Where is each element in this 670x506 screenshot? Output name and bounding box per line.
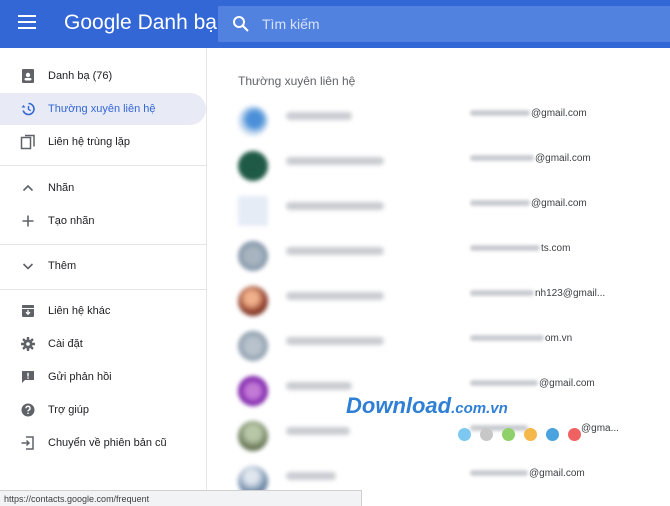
chevron-up-icon [22,184,34,192]
contact-name [286,382,352,390]
hamburger-menu-icon[interactable] [18,15,36,33]
sidebar-item-feedback[interactable]: Gửi phản hồi [0,361,206,393]
watermark-logo: Download.com.vn [346,393,508,418]
avatar [238,106,268,136]
exit-icon [21,436,34,450]
history-icon [21,102,35,116]
avatar [238,376,268,406]
avatar [238,421,268,451]
plus-icon [22,215,34,227]
sidebar-item-label: Trợ giúp [48,404,90,416]
contact-email: @gmail.com [470,108,587,119]
avatar [238,286,268,316]
contact-email: om.vn [470,333,572,344]
brand-google: Google [64,11,132,34]
contact-email: @gmail.com [470,468,585,479]
contact-row[interactable]: @gma... [208,413,670,457]
feedback-icon [22,371,34,383]
sidebar-divider [0,165,206,166]
sidebar-item-create-label[interactable]: Tạo nhãn [0,205,206,237]
sidebar-item-label: Thường xuyên liên hệ [48,103,156,115]
contacts-icon [22,69,34,83]
search-input[interactable] [262,6,652,42]
contact-row[interactable]: @gmail.com [208,188,670,232]
contact-email: nh123@gmail... [470,288,605,299]
contact-name [286,472,336,480]
sidebar-item-frequent[interactable]: Thường xuyên liên hệ [0,93,206,125]
contact-row[interactable]: nh123@gmail... [208,278,670,322]
sidebar-item-label: Tạo nhãn [48,215,95,227]
contact-email: ts.com [470,243,570,254]
search-icon[interactable] [232,15,250,33]
sidebar-item-contacts[interactable]: Danh bạ (76) [0,60,206,92]
sidebar-divider [0,289,206,290]
sidebar-item-help[interactable]: Trợ giúp [0,394,206,426]
contact-name [286,337,384,345]
sidebar-item-label: Chuyển về phiên bản cũ [48,437,167,449]
sidebar-item-settings[interactable]: Cài đặt [0,328,206,360]
sidebar-item-label: Gửi phản hồi [48,371,112,383]
sidebar-item-label: Liên hệ trùng lặp [48,136,130,148]
brand-product: Danh bạ [137,11,217,34]
avatar [238,151,268,181]
contact-row[interactable]: ts.com [208,233,670,277]
avatar [238,196,268,226]
avatar [238,331,268,361]
contact-name [286,112,352,120]
contact-name [286,157,384,165]
search-bar[interactable] [218,6,670,42]
sidebar-item-duplicates[interactable]: Liên hệ trùng lặp [0,126,206,158]
sidebar-item-label: Liên hệ khác [48,305,111,317]
contact-email: @gmail.com [470,198,587,209]
chevron-down-icon [22,263,34,270]
sidebar-item-classic[interactable]: Chuyển về phiên bản cũ [0,427,206,459]
sidebar-divider [0,244,206,245]
top-app-bar: Google Danh bạ [0,0,670,48]
help-icon [21,403,35,417]
sidebar: Danh bạ (76) Thường xuyên liên hệ Liên h… [0,48,207,506]
contact-row[interactable]: @gmail.com [208,98,670,142]
duplicate-icon [20,134,35,150]
contact-name [286,292,384,300]
contact-email: @gmail.com [470,378,595,389]
contact-name [286,427,350,435]
sidebar-item-labels[interactable]: Nhãn [0,172,206,204]
sidebar-item-label: Nhãn [48,182,75,194]
sidebar-item-other-contacts[interactable]: Liên hệ khác [0,295,206,327]
sidebar-item-more[interactable]: Thêm [0,250,206,282]
contact-name [286,247,384,255]
contact-email: @gmail.com [470,153,591,164]
section-title: Thường xuyên liên hệ [238,74,356,88]
avatar [238,241,268,271]
contacts-main: Thường xuyên liên hệ @gmail.com @gmail.c… [208,48,670,506]
sidebar-item-label: Cài đặt [48,338,83,350]
sidebar-item-label: Danh bạ (76) [48,70,113,82]
sidebar-item-label: Thêm [48,260,77,272]
browser-status-bar: https://contacts.google.com/frequent [0,490,362,506]
archive-icon [22,305,34,317]
contact-row[interactable]: om.vn [208,323,670,367]
contact-row[interactable]: @gmail.com [208,143,670,187]
contact-name [286,202,384,210]
gear-icon [21,337,35,351]
app-logo[interactable]: Google Danh bạ [64,11,217,35]
